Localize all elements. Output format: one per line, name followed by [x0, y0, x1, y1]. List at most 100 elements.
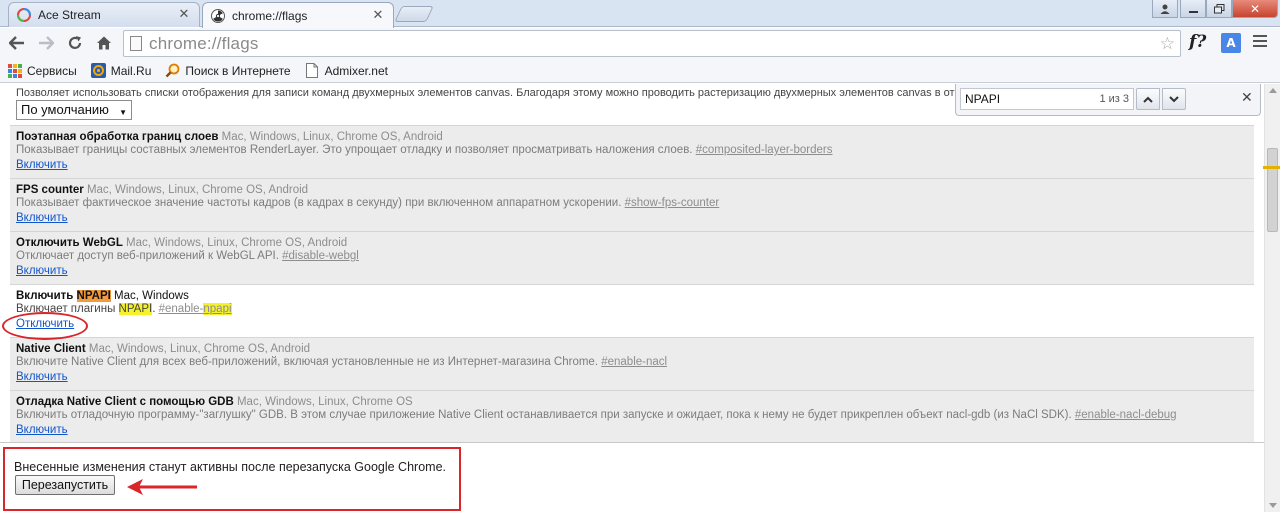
bookmark-search[interactable]: Поиск в Интернете [165, 63, 291, 78]
mailru-icon [90, 63, 106, 78]
experiment-anchor-link[interactable]: #composited-layer-borders [696, 144, 833, 156]
experiment-anchor-link[interactable]: #show-fps-counter [625, 197, 720, 209]
search-highlight: npapi [203, 303, 232, 315]
experiment-item: Отладка Native Client с помощью GDB Mac,… [10, 390, 1254, 442]
find-bar: NPAPI 1 из 3 ✕ [955, 84, 1261, 116]
experiment-item: FPS counter Mac, Windows, Linux, Chrome … [10, 178, 1254, 231]
flags-radiation-icon [211, 8, 225, 23]
find-query: NPAPI [965, 92, 1001, 106]
user-profile-button[interactable] [1152, 0, 1178, 18]
forward-button[interactable] [34, 31, 58, 55]
home-button[interactable] [92, 31, 116, 55]
restore-button[interactable] [1206, 0, 1232, 18]
experiment-anchor-link[interactable]: #enable-nacl [601, 356, 667, 368]
select-value: По умолчанию [21, 102, 109, 117]
experiment-description: Отключает доступ веб-приложений к WebGL … [16, 250, 279, 262]
tab-title: Ace Stream [38, 8, 101, 22]
enable-link[interactable]: Включить [16, 265, 68, 277]
enable-link[interactable]: Включить [16, 212, 68, 224]
experiment-anchor-link[interactable]: #enable-nacl-debug [1075, 409, 1177, 421]
bookmark-admixer[interactable]: Admixer.net [305, 63, 388, 78]
reload-button[interactable] [63, 31, 87, 55]
search-highlight: NPAPI [118, 303, 153, 315]
find-match-count: 1 из 3 [1099, 93, 1129, 105]
bookmarks-bar: Сервисы Mail.Ru Поиск в Интернете Admixe… [0, 59, 1280, 83]
experiment-platforms: Mac, Windows, Linux, Chrome OS, Android [86, 184, 309, 196]
close-icon: ✕ [1249, 1, 1261, 16]
forward-arrow-icon [39, 36, 54, 50]
address-bar[interactable]: chrome://flags ☆ [123, 30, 1181, 57]
restart-notification-bar: Внесенные изменения станут активны после… [0, 442, 1264, 512]
annotation-arrow-icon [127, 479, 197, 495]
annotation-ellipse [2, 312, 88, 340]
tab-title: chrome://flags [232, 8, 308, 23]
back-button[interactable] [5, 31, 29, 55]
experiment-item-npapi: Включить NPAPI Mac, Windows Включает пла… [10, 284, 1254, 337]
experiment-anchor-link[interactable]: #enable-npapi [159, 303, 232, 315]
experiment-description: Включите Native Client для всех веб-прил… [16, 356, 599, 368]
experiment-name-prefix: Включить [16, 290, 77, 302]
chrome-menu-icon[interactable] [1253, 35, 1267, 50]
experiment-name: Включить NPAPI [16, 290, 111, 302]
experiment-select[interactable]: По умолчанию ▼ [16, 100, 132, 120]
tab-chrome-flags[interactable]: chrome://flags ✕ [202, 2, 394, 28]
scroll-up-icon[interactable] [1269, 88, 1277, 93]
extension-fq-icon[interactable]: f? [1189, 32, 1206, 52]
tab-strip: Ace Stream ✕ chrome://flags ✕ ✕ [0, 0, 1280, 28]
bookmark-mailru[interactable]: Mail.Ru [90, 63, 151, 78]
experiment-platforms: Mac, Windows, Linux, Chrome OS, Android [126, 237, 348, 249]
experiment-description: Позволяет использовать списки отображени… [16, 87, 955, 99]
chevron-down-icon [1169, 95, 1179, 102]
search-highlight-current: NPAPI [76, 290, 111, 302]
anchor-prefix: #enable- [158, 303, 204, 315]
experiment-platforms: Mac, Windows, Linux, Chrome OS [236, 396, 413, 408]
minimize-icon [1188, 10, 1198, 13]
experiment-anchor-link[interactable]: #disable-webgl [282, 250, 359, 262]
bookmark-services[interactable]: Сервисы [7, 63, 77, 78]
experiment-item: Поэтапная обработка границ слоев Mac, Wi… [10, 125, 1254, 178]
close-window-button[interactable]: ✕ [1232, 0, 1278, 18]
back-arrow-icon [9, 36, 24, 50]
url-text: chrome://flags [149, 33, 259, 53]
browser-toolbar: chrome://flags ☆ f? A [0, 28, 1280, 59]
find-result-marker [1263, 166, 1280, 169]
bookmark-label: Поиск в Интернете [185, 63, 291, 78]
experiment-name: Отладка Native Client с помощью GDB [16, 396, 234, 408]
experiment-name: Native Client [16, 343, 86, 355]
minimize-button[interactable] [1180, 0, 1206, 18]
enable-link[interactable]: Включить [16, 424, 68, 436]
page-icon [305, 63, 320, 78]
find-previous-button[interactable] [1136, 88, 1160, 110]
search-magnifier-icon [165, 63, 180, 78]
experiment-item: Отключить WebGL Mac, Windows, Linux, Chr… [10, 231, 1254, 284]
find-input[interactable]: NPAPI 1 из 3 [960, 88, 1134, 110]
new-tab-button[interactable] [394, 6, 434, 22]
experiment-name: Поэтапная обработка границ слоев [16, 131, 219, 143]
scroll-thumb[interactable] [1267, 148, 1278, 232]
experiment-name: Отключить WebGL [16, 237, 123, 249]
vertical-scrollbar[interactable] [1263, 84, 1280, 512]
find-close-icon[interactable]: ✕ [1241, 90, 1253, 106]
restart-button[interactable]: Перезапустить [15, 475, 115, 495]
bookmark-label: Admixer.net [324, 63, 388, 78]
tab-ace-stream[interactable]: Ace Stream ✕ [8, 2, 200, 27]
restart-message: Внесенные изменения станут активны после… [14, 460, 446, 474]
experiment-platforms: Mac, Windows, Linux, Chrome OS, Android [88, 343, 311, 355]
experiment-description-suffix: . [152, 303, 156, 315]
experiment-item: Native Client Mac, Windows, Linux, Chrom… [10, 337, 1254, 390]
bookmark-label: Сервисы [27, 63, 77, 78]
user-icon [1160, 4, 1170, 14]
scroll-down-icon[interactable] [1269, 503, 1277, 508]
find-next-button[interactable] [1162, 88, 1186, 110]
experiment-name: FPS counter [16, 184, 84, 196]
flags-page: Позволяет использовать списки отображени… [0, 84, 1264, 442]
enable-link[interactable]: Включить [16, 371, 68, 383]
enable-link[interactable]: Включить [16, 159, 68, 171]
tab-close-icon[interactable]: ✕ [371, 8, 385, 23]
experiment-platforms: Mac, Windows, Linux, Chrome OS, Android [221, 131, 443, 143]
tab-close-icon[interactable]: ✕ [177, 8, 191, 22]
experiment-platforms: Mac, Windows [114, 290, 189, 302]
bookmark-star-icon[interactable]: ☆ [1160, 34, 1175, 54]
translate-icon[interactable]: A [1221, 33, 1241, 53]
experiment-description: Включить отладочную программу-"заглушку"… [16, 409, 1072, 421]
